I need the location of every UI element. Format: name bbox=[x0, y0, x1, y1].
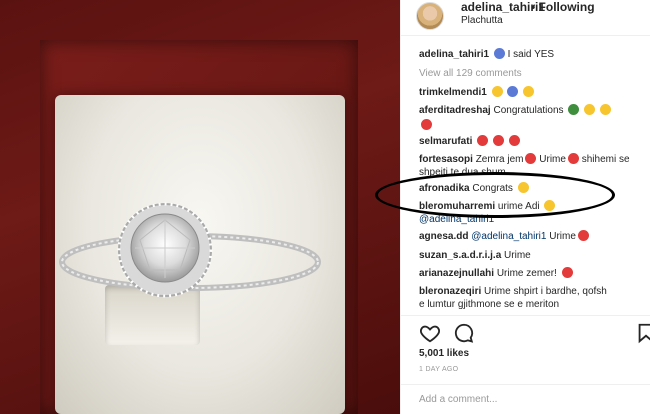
comment-user[interactable]: suzan_s.a.d.r.i.j.a bbox=[419, 250, 501, 261]
comment-user[interactable]: arianazejnullahi bbox=[419, 268, 494, 279]
heart-emoji-icon bbox=[567, 153, 579, 164]
list-item: selmarufati bbox=[419, 135, 649, 148]
heart-emoji-icon bbox=[577, 230, 589, 241]
avatar[interactable] bbox=[416, 2, 444, 30]
engagement-ring bbox=[59, 202, 321, 298]
comment-user[interactable]: fortesasopi bbox=[419, 154, 473, 165]
comment-text: Zemra jem bbox=[475, 154, 524, 165]
highlight-ellipse bbox=[375, 172, 615, 218]
comment-text: Urime bbox=[539, 154, 566, 165]
caption-user[interactable]: adelina_tahiri1 bbox=[419, 49, 489, 60]
add-comment-input[interactable]: Add a comment... bbox=[419, 394, 497, 405]
couple-emoji-icon bbox=[507, 86, 519, 97]
heart-emoji-icon bbox=[525, 153, 537, 164]
comment-mention[interactable]: @adelina_tahiri1 bbox=[471, 231, 546, 242]
comment-text: shihemi se bbox=[581, 154, 630, 165]
comment-user[interactable]: aferditadreshaj bbox=[419, 105, 491, 116]
bouquet-emoji-icon bbox=[599, 104, 611, 115]
list-item: fortesasopi Zemra jem Urime shihemi se bbox=[419, 153, 649, 166]
bottle-emoji-icon bbox=[568, 104, 580, 115]
comment-text: Urime bbox=[504, 250, 531, 261]
post-actions: 5,001 likes 1 DAY AGO Add a comment... bbox=[401, 315, 650, 414]
comment-text: Urime bbox=[549, 231, 576, 242]
grin-emoji-icon bbox=[523, 86, 535, 97]
caption-text: I said YES bbox=[507, 49, 555, 60]
list-item: trimkelmendi1 bbox=[419, 86, 649, 99]
post-date[interactable]: 1 DAY AGO bbox=[419, 366, 458, 373]
lips-emoji-icon bbox=[561, 267, 573, 278]
add-comment-bar[interactable]: Add a comment... bbox=[401, 384, 650, 414]
list-item: aferditadreshaj Congratulations bbox=[419, 104, 649, 117]
comment-user[interactable]: selmarufati bbox=[419, 136, 472, 147]
list-item: bleronazeqiri Urime shpirt i bardhe, qof… bbox=[419, 285, 649, 298]
comment-continuation: e lumtur gjithmone se e meriton bbox=[419, 299, 560, 310]
list-item: arianazejnullahi Urime zemer! bbox=[419, 267, 649, 280]
list-item bbox=[419, 119, 649, 132]
comment-text: Urime zemer! bbox=[496, 268, 557, 279]
comment-text: Congratulations bbox=[493, 105, 564, 116]
likes-count[interactable]: 5,001 likes bbox=[419, 348, 469, 359]
ring-emoji-icon bbox=[493, 48, 505, 59]
heart-eyes-emoji-icon bbox=[508, 135, 520, 146]
comment-user[interactable]: bleronazeqiri bbox=[419, 286, 481, 297]
follow-button[interactable]: Following bbox=[539, 0, 595, 14]
comment-user[interactable]: agnesa.dd bbox=[419, 231, 468, 242]
comment-icon[interactable] bbox=[453, 322, 475, 344]
comment-text: Urime shpirt i bardhe, qofsh bbox=[484, 286, 607, 297]
follow-status[interactable]: • Following bbox=[531, 0, 595, 14]
heart-eyes-emoji-icon bbox=[477, 135, 489, 146]
heart-icon[interactable] bbox=[419, 322, 441, 344]
heart-eyes-emoji-icon bbox=[492, 135, 504, 146]
list-item: suzan_s.a.d.r.i.j.a Urime bbox=[419, 249, 649, 262]
bookmark-icon[interactable] bbox=[635, 322, 650, 344]
caption: adelina_tahiri1 I said YES bbox=[419, 48, 649, 61]
post-location[interactable]: Plachutta bbox=[461, 15, 503, 26]
balloon-emoji-icon bbox=[421, 119, 432, 130]
post-header: adelina_tahiri1 • Following Plachutta bbox=[401, 0, 650, 36]
smile-emoji-icon bbox=[491, 86, 503, 97]
view-all-comments[interactable]: View all 129 comments bbox=[419, 67, 649, 80]
list-item: agnesa.dd @adelina_tahiri1 Urime bbox=[419, 230, 649, 243]
separator-dot: • bbox=[531, 0, 536, 14]
comment-user[interactable]: trimkelmendi1 bbox=[419, 87, 487, 98]
party-emoji-icon bbox=[584, 104, 596, 115]
post-photo[interactable] bbox=[0, 0, 400, 414]
